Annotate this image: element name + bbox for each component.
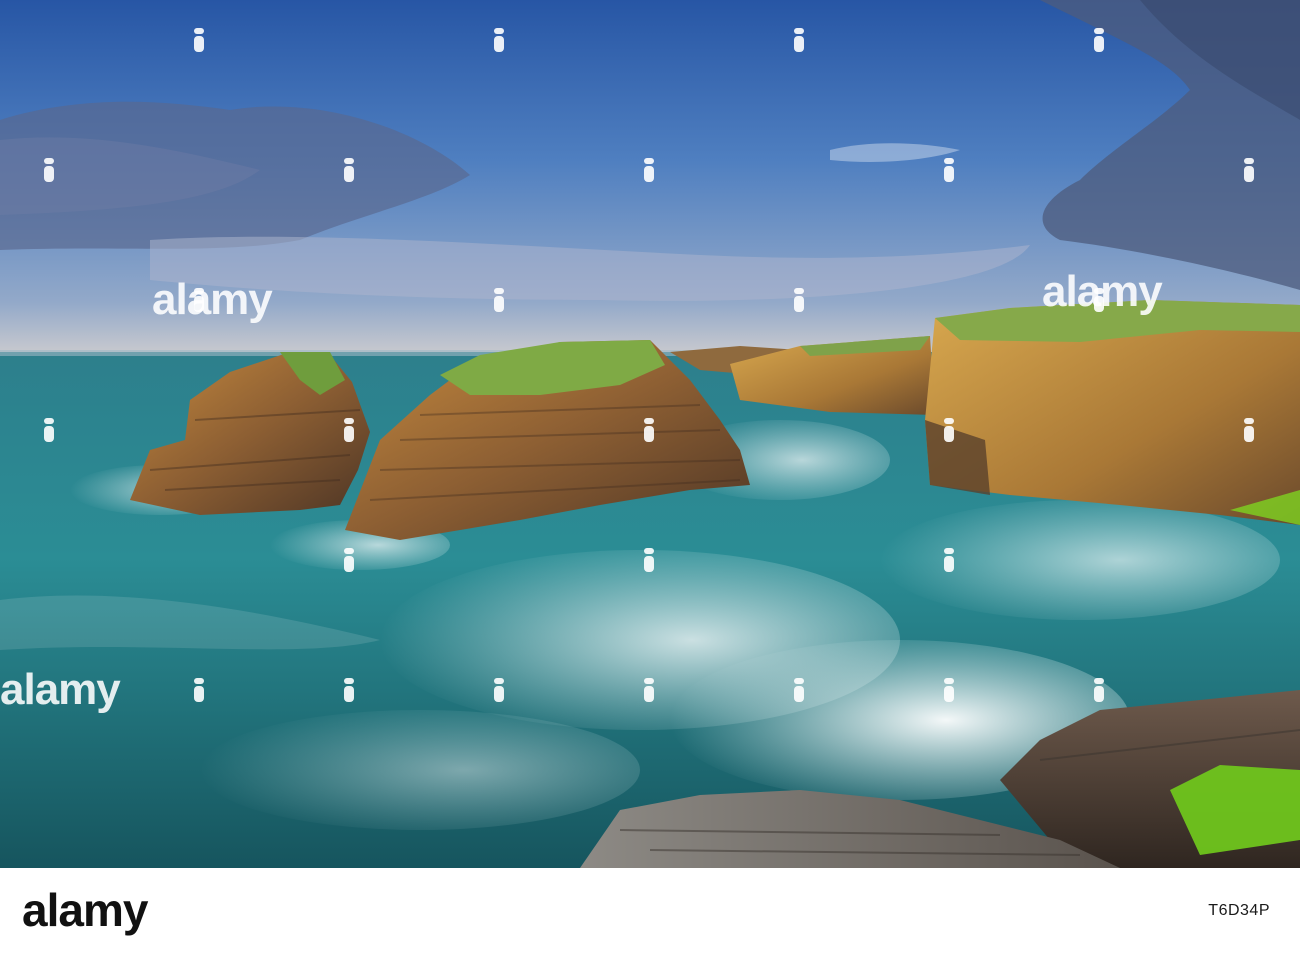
watermark-mark-icon (944, 418, 954, 442)
watermark-mark-icon (944, 548, 954, 572)
watermark-mark-icon (794, 678, 804, 702)
watermark-mark-icon (794, 288, 804, 312)
watermark-mark-icon (1244, 158, 1254, 182)
watermark-mark-icon (344, 548, 354, 572)
alamy-footer: alamy T6D34P (0, 868, 1300, 957)
svg-text:alamy: alamy (22, 886, 149, 936)
watermark-mark-icon (1094, 678, 1104, 702)
watermark-mark-icon (194, 28, 204, 52)
watermark-mark-icon (1094, 28, 1104, 52)
watermark-mark-icon (494, 678, 504, 702)
watermark-mark-icon (1244, 418, 1254, 442)
watermark-mark-icon (194, 678, 204, 702)
watermark-mark-icon (344, 158, 354, 182)
watermark-mark-icon (644, 158, 654, 182)
watermark-mark-icon (494, 288, 504, 312)
watermark-mark-icon (794, 28, 804, 52)
alamy-logo: alamy (22, 886, 150, 936)
watermark-text: alamy (152, 275, 273, 324)
watermark-text: alamy (0, 665, 121, 714)
watermark-mark-icon (494, 28, 504, 52)
watermark-mark-icon (44, 418, 54, 442)
watermark-mark-icon (944, 158, 954, 182)
watermark-mark-icon (44, 158, 54, 182)
image-id: T6D34P (1208, 902, 1270, 919)
watermark-text: alamy (1042, 267, 1163, 316)
watermark-mark-icon (644, 548, 654, 572)
watermark-mark-icon (344, 418, 354, 442)
watermark-mark-icon (944, 678, 954, 702)
watermark-mark-icon (644, 678, 654, 702)
watermark-mark-icon (344, 678, 354, 702)
watermark-mark-icon (644, 418, 654, 442)
